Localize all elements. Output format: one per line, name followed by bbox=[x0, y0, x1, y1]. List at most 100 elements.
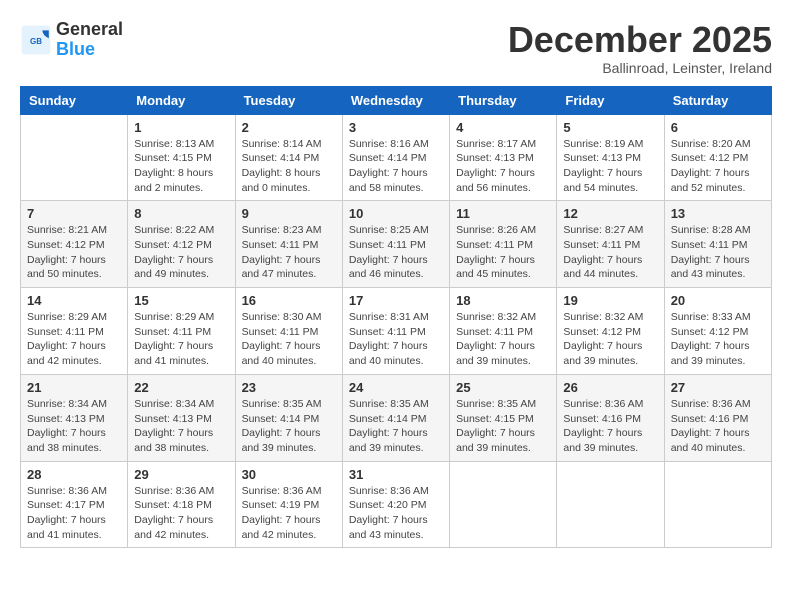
day-info: Sunrise: 8:19 AM Sunset: 4:13 PM Dayligh… bbox=[563, 137, 657, 196]
calendar-cell: 26 Sunrise: 8:36 AM Sunset: 4:16 PM Dayli… bbox=[557, 374, 664, 461]
calendar-cell: 10Sunrise: 8:25 AM Sunset: 4:11 PM Dayli… bbox=[342, 201, 449, 288]
month-title: December 2025 bbox=[508, 20, 772, 60]
calendar-cell: 2 Sunrise: 8:14 AM Sunset: 4:14 PM Daylig… bbox=[235, 114, 342, 201]
calendar-cell: 14 Sunrise: 8:29 AM Sunset: 4:11 PM Dayli… bbox=[21, 288, 128, 375]
calendar-cell: 7 Sunrise: 8:21 AM Sunset: 4:12 PM Daylig… bbox=[21, 201, 128, 288]
day-header-sunday: Sunday bbox=[21, 86, 128, 114]
day-number: 1 bbox=[134, 120, 228, 135]
calendar-cell: 12 Sunrise: 8:27 AM Sunset: 4:11 PM Dayli… bbox=[557, 201, 664, 288]
day-info: Sunrise: 8:14 AM Sunset: 4:14 PM Dayligh… bbox=[242, 137, 336, 196]
day-number: 26 bbox=[563, 380, 657, 395]
calendar-cell: 13Sunrise: 8:28 AM Sunset: 4:11 PM Dayli… bbox=[664, 201, 771, 288]
day-info: Sunrise: 8:36 AM Sunset: 4:20 PM Dayligh… bbox=[349, 484, 443, 543]
day-info: Sunrise: 8:36 AM Sunset: 4:16 PM Dayligh… bbox=[671, 397, 765, 456]
day-number: 2 bbox=[242, 120, 336, 135]
calendar-cell: 6 Sunrise: 8:20 AM Sunset: 4:12 PM Daylig… bbox=[664, 114, 771, 201]
title-block: December 2025 Ballinroad, Leinster, Irel… bbox=[508, 20, 772, 76]
day-number: 11 bbox=[456, 206, 550, 221]
day-info: Sunrise: 8:20 AM Sunset: 4:12 PM Dayligh… bbox=[671, 137, 765, 196]
day-info: Sunrise: 8:35 AM Sunset: 4:15 PM Dayligh… bbox=[456, 397, 550, 456]
day-info: Sunrise: 8:27 AM Sunset: 4:11 PM Dayligh… bbox=[563, 223, 657, 282]
calendar-cell: 24 Sunrise: 8:35 AM Sunset: 4:14 PM Dayli… bbox=[342, 374, 449, 461]
day-info: Sunrise: 8:17 AM Sunset: 4:13 PM Dayligh… bbox=[456, 137, 550, 196]
calendar-cell bbox=[21, 114, 128, 201]
calendar-cell: 30Sunrise: 8:36 AM Sunset: 4:19 PM Dayli… bbox=[235, 461, 342, 548]
calendar-header-row: SundayMondayTuesdayWednesdayThursdayFrid… bbox=[21, 86, 772, 114]
day-info: Sunrise: 8:23 AM Sunset: 4:11 PM Dayligh… bbox=[242, 223, 336, 282]
calendar-cell bbox=[450, 461, 557, 548]
calendar-cell: 25 Sunrise: 8:35 AM Sunset: 4:15 PM Dayli… bbox=[450, 374, 557, 461]
day-info: Sunrise: 8:30 AM Sunset: 4:11 PM Dayligh… bbox=[242, 310, 336, 369]
calendar-cell: 5Sunrise: 8:19 AM Sunset: 4:13 PM Daylig… bbox=[557, 114, 664, 201]
day-info: Sunrise: 8:13 AM Sunset: 4:15 PM Dayligh… bbox=[134, 137, 228, 196]
calendar-cell: 23Sunrise: 8:35 AM Sunset: 4:14 PM Dayli… bbox=[235, 374, 342, 461]
calendar-cell: 15 Sunrise: 8:29 AM Sunset: 4:11 PM Dayli… bbox=[128, 288, 235, 375]
calendar-week-3: 14 Sunrise: 8:29 AM Sunset: 4:11 PM Dayli… bbox=[21, 288, 772, 375]
day-number: 6 bbox=[671, 120, 765, 135]
day-number: 21 bbox=[27, 380, 121, 395]
day-info: Sunrise: 8:33 AM Sunset: 4:12 PM Dayligh… bbox=[671, 310, 765, 369]
day-number: 10 bbox=[349, 206, 443, 221]
day-number: 14 bbox=[27, 293, 121, 308]
calendar-cell: 3Sunrise: 8:16 AM Sunset: 4:14 PM Daylig… bbox=[342, 114, 449, 201]
day-info: Sunrise: 8:16 AM Sunset: 4:14 PM Dayligh… bbox=[349, 137, 443, 196]
day-number: 7 bbox=[27, 206, 121, 221]
day-info: Sunrise: 8:35 AM Sunset: 4:14 PM Dayligh… bbox=[349, 397, 443, 456]
day-number: 20 bbox=[671, 293, 765, 308]
calendar-week-2: 7 Sunrise: 8:21 AM Sunset: 4:12 PM Daylig… bbox=[21, 201, 772, 288]
day-number: 15 bbox=[134, 293, 228, 308]
day-number: 12 bbox=[563, 206, 657, 221]
logo: GB General Blue bbox=[20, 20, 123, 60]
calendar-cell: 31 Sunrise: 8:36 AM Sunset: 4:20 PM Dayli… bbox=[342, 461, 449, 548]
day-header-wednesday: Wednesday bbox=[342, 86, 449, 114]
day-number: 13 bbox=[671, 206, 765, 221]
day-number: 9 bbox=[242, 206, 336, 221]
calendar: SundayMondayTuesdayWednesdayThursdayFrid… bbox=[20, 86, 772, 549]
day-header-friday: Friday bbox=[557, 86, 664, 114]
day-info: Sunrise: 8:34 AM Sunset: 4:13 PM Dayligh… bbox=[134, 397, 228, 456]
day-header-saturday: Saturday bbox=[664, 86, 771, 114]
location: Ballinroad, Leinster, Ireland bbox=[508, 60, 772, 76]
logo-blue: Blue bbox=[56, 40, 123, 60]
logo-text: General Blue bbox=[56, 20, 123, 60]
day-info: Sunrise: 8:32 AM Sunset: 4:12 PM Dayligh… bbox=[563, 310, 657, 369]
day-number: 19 bbox=[563, 293, 657, 308]
day-number: 31 bbox=[349, 467, 443, 482]
calendar-week-1: 1 Sunrise: 8:13 AM Sunset: 4:15 PM Daylig… bbox=[21, 114, 772, 201]
calendar-cell bbox=[664, 461, 771, 548]
day-info: Sunrise: 8:29 AM Sunset: 4:11 PM Dayligh… bbox=[27, 310, 121, 369]
day-number: 28 bbox=[27, 467, 121, 482]
calendar-cell: 8Sunrise: 8:22 AM Sunset: 4:12 PM Daylig… bbox=[128, 201, 235, 288]
calendar-week-4: 21 Sunrise: 8:34 AM Sunset: 4:13 PM Dayli… bbox=[21, 374, 772, 461]
day-info: Sunrise: 8:31 AM Sunset: 4:11 PM Dayligh… bbox=[349, 310, 443, 369]
day-number: 18 bbox=[456, 293, 550, 308]
calendar-week-5: 28 Sunrise: 8:36 AM Sunset: 4:17 PM Dayli… bbox=[21, 461, 772, 548]
day-info: Sunrise: 8:29 AM Sunset: 4:11 PM Dayligh… bbox=[134, 310, 228, 369]
day-number: 17 bbox=[349, 293, 443, 308]
day-header-monday: Monday bbox=[128, 86, 235, 114]
day-info: Sunrise: 8:26 AM Sunset: 4:11 PM Dayligh… bbox=[456, 223, 550, 282]
calendar-cell: 19 Sunrise: 8:32 AM Sunset: 4:12 PM Dayli… bbox=[557, 288, 664, 375]
calendar-cell: 16 Sunrise: 8:30 AM Sunset: 4:11 PM Dayli… bbox=[235, 288, 342, 375]
day-info: Sunrise: 8:21 AM Sunset: 4:12 PM Dayligh… bbox=[27, 223, 121, 282]
day-number: 25 bbox=[456, 380, 550, 395]
calendar-cell: 20 Sunrise: 8:33 AM Sunset: 4:12 PM Dayli… bbox=[664, 288, 771, 375]
logo-general: General bbox=[56, 20, 123, 40]
calendar-cell: 28 Sunrise: 8:36 AM Sunset: 4:17 PM Dayli… bbox=[21, 461, 128, 548]
calendar-cell: 21 Sunrise: 8:34 AM Sunset: 4:13 PM Dayli… bbox=[21, 374, 128, 461]
day-number: 27 bbox=[671, 380, 765, 395]
day-info: Sunrise: 8:36 AM Sunset: 4:18 PM Dayligh… bbox=[134, 484, 228, 543]
logo-icon: GB bbox=[20, 24, 52, 56]
day-number: 30 bbox=[242, 467, 336, 482]
day-number: 24 bbox=[349, 380, 443, 395]
day-info: Sunrise: 8:36 AM Sunset: 4:16 PM Dayligh… bbox=[563, 397, 657, 456]
calendar-cell bbox=[557, 461, 664, 548]
day-header-tuesday: Tuesday bbox=[235, 86, 342, 114]
day-info: Sunrise: 8:32 AM Sunset: 4:11 PM Dayligh… bbox=[456, 310, 550, 369]
day-number: 23 bbox=[242, 380, 336, 395]
day-number: 16 bbox=[242, 293, 336, 308]
day-number: 29 bbox=[134, 467, 228, 482]
calendar-cell: 1 Sunrise: 8:13 AM Sunset: 4:15 PM Daylig… bbox=[128, 114, 235, 201]
day-info: Sunrise: 8:36 AM Sunset: 4:17 PM Dayligh… bbox=[27, 484, 121, 543]
day-info: Sunrise: 8:34 AM Sunset: 4:13 PM Dayligh… bbox=[27, 397, 121, 456]
